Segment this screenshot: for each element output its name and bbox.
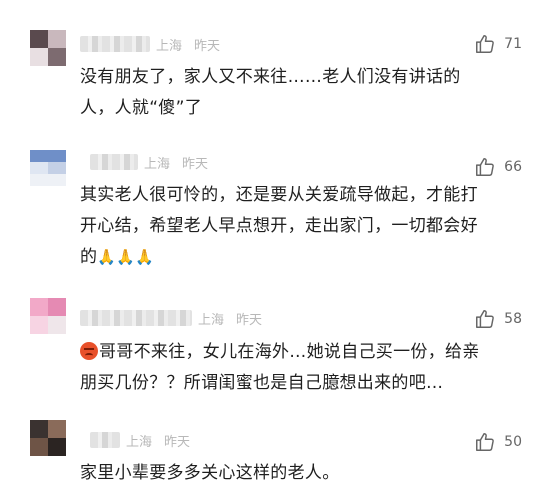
location-label: 上海 bbox=[156, 38, 183, 54]
comment-text: 没有朋友了，家人又不来往……老人们没有讲话的 人，人就“傻”了 bbox=[80, 67, 461, 118]
like-button[interactable]: 71 bbox=[474, 33, 522, 55]
thumbs-up-icon bbox=[476, 158, 494, 176]
location-label: 上海 bbox=[198, 312, 225, 328]
username[interactable] bbox=[80, 310, 192, 326]
like-button[interactable]: 66 bbox=[474, 156, 522, 178]
like-count: 50 bbox=[504, 434, 522, 450]
folded-hands-icon: 🙏🙏🙏 bbox=[97, 248, 155, 266]
time-label: 昨天 bbox=[182, 156, 209, 172]
location-label: 上海 bbox=[144, 156, 171, 172]
avatar[interactable] bbox=[30, 420, 66, 456]
comment-text: 家里小辈要多多关心这样的老人。 bbox=[80, 463, 340, 483]
username[interactable] bbox=[80, 36, 150, 52]
like-button[interactable]: 58 bbox=[474, 308, 522, 330]
avatar[interactable] bbox=[30, 150, 66, 186]
like-count: 58 bbox=[504, 311, 522, 327]
like-count: 66 bbox=[504, 159, 522, 175]
location-label: 上海 bbox=[126, 434, 153, 450]
time-label: 昨天 bbox=[164, 434, 191, 450]
time-label: 昨天 bbox=[236, 312, 263, 328]
thumbs-up-icon bbox=[476, 433, 494, 451]
avatar[interactable] bbox=[30, 298, 66, 334]
comment-text: 其实老人很可怜的，还是要从关爱疏导做起，才能打 开心结，希望老人早点想开，走出家… bbox=[80, 185, 478, 267]
time-label: 昨天 bbox=[194, 38, 221, 54]
thumbs-up-icon bbox=[476, 35, 494, 53]
username[interactable] bbox=[90, 432, 120, 448]
username[interactable] bbox=[90, 154, 138, 170]
avatar[interactable] bbox=[30, 30, 66, 66]
comment-text: 哥哥不来往，女儿在海外…她说自己买一份，给亲 朋买几份？？所谓闺蜜也是自己臆想出… bbox=[80, 342, 480, 393]
angry-face-icon bbox=[80, 342, 98, 360]
like-button[interactable]: 50 bbox=[474, 431, 522, 453]
thumbs-up-icon bbox=[476, 310, 494, 328]
like-count: 71 bbox=[504, 36, 522, 52]
